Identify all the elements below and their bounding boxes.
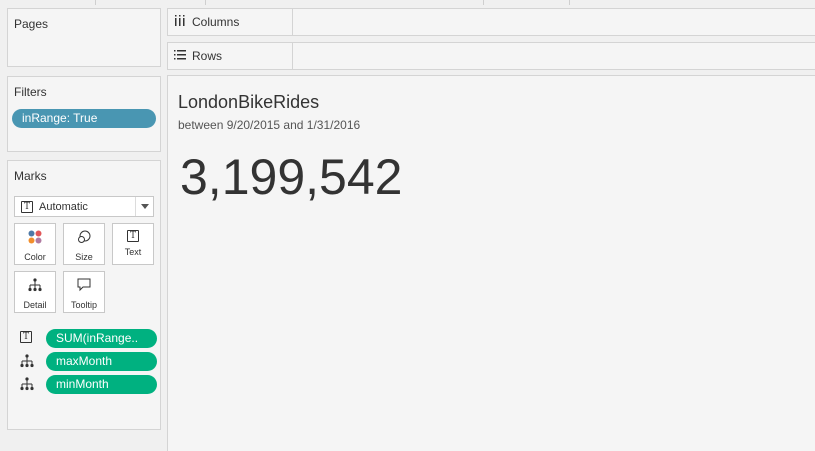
- text-button[interactable]: T Text: [112, 223, 154, 265]
- tooltip-bubble-icon: [77, 278, 91, 295]
- mark-field-row: T SUM(inRange..: [20, 329, 158, 348]
- top-toolbar-strip: [0, 0, 815, 5]
- text-label: Text: [124, 247, 142, 257]
- rows-shelf[interactable]: Rows: [167, 42, 815, 70]
- strip-divider: [569, 0, 570, 5]
- marks-card: Marks T Automatic Color Size T Text Deta…: [7, 160, 161, 430]
- rows-label: Rows: [192, 49, 223, 63]
- field-pill-maxmonth[interactable]: maxMonth: [46, 352, 157, 371]
- strip-divider: [95, 0, 96, 5]
- viz-title: LondonBikeRides: [178, 92, 320, 112]
- detail-hierarchy-icon[interactable]: [20, 354, 34, 371]
- pages-card[interactable]: Pages: [7, 8, 161, 67]
- big-number-value[interactable]: 3,199,542: [180, 148, 402, 206]
- chevron-down-icon[interactable]: [135, 197, 153, 216]
- rows-icon: [174, 49, 186, 63]
- detail-button[interactable]: Detail: [14, 271, 56, 313]
- viz-subtitle: between 9/20/2015 and 1/31/2016: [178, 118, 361, 132]
- detail-hierarchy-icon: [28, 278, 42, 295]
- color-button[interactable]: Color: [14, 223, 56, 265]
- detail-label: Detail: [23, 300, 47, 310]
- size-label: Size: [75, 252, 93, 262]
- columns-shelf[interactable]: Columns: [167, 8, 815, 36]
- marks-title: Marks: [14, 169, 47, 183]
- tooltip-label: Tooltip: [70, 300, 97, 310]
- filters-title: Filters: [14, 85, 47, 99]
- filter-pill-inrange[interactable]: inRange: True: [12, 109, 156, 128]
- mark-type-value: Automatic: [39, 200, 88, 213]
- columns-label: Columns: [192, 15, 240, 29]
- text-box-icon: T: [127, 230, 139, 242]
- size-button[interactable]: Size: [63, 223, 105, 265]
- strip-divider: [483, 0, 484, 5]
- columns-shelf-label: Columns: [168, 9, 293, 35]
- tooltip-button[interactable]: Tooltip: [63, 271, 105, 313]
- text-box-icon[interactable]: T: [20, 331, 32, 343]
- field-pill-minmonth[interactable]: minMonth: [46, 375, 157, 394]
- filters-card[interactable]: Filters inRange: True: [7, 76, 161, 152]
- color-label: Color: [24, 252, 46, 262]
- color-dots-icon: [28, 230, 42, 247]
- size-circles-icon: [77, 230, 91, 247]
- rows-shelf-label: Rows: [168, 43, 293, 69]
- columns-icon: [174, 15, 186, 29]
- mark-type-dropdown[interactable]: T Automatic: [14, 196, 154, 217]
- viz-canvas[interactable]: LondonBikeRides between 9/20/2015 and 1/…: [167, 75, 815, 451]
- detail-hierarchy-icon[interactable]: [20, 377, 34, 394]
- field-pill-sum-inrange[interactable]: SUM(inRange..: [46, 329, 157, 348]
- strip-divider: [205, 0, 206, 5]
- mark-field-row: minMonth: [20, 375, 158, 394]
- pages-title: Pages: [14, 17, 49, 31]
- mark-field-row: maxMonth: [20, 352, 158, 371]
- text-mark-icon: T: [21, 200, 33, 213]
